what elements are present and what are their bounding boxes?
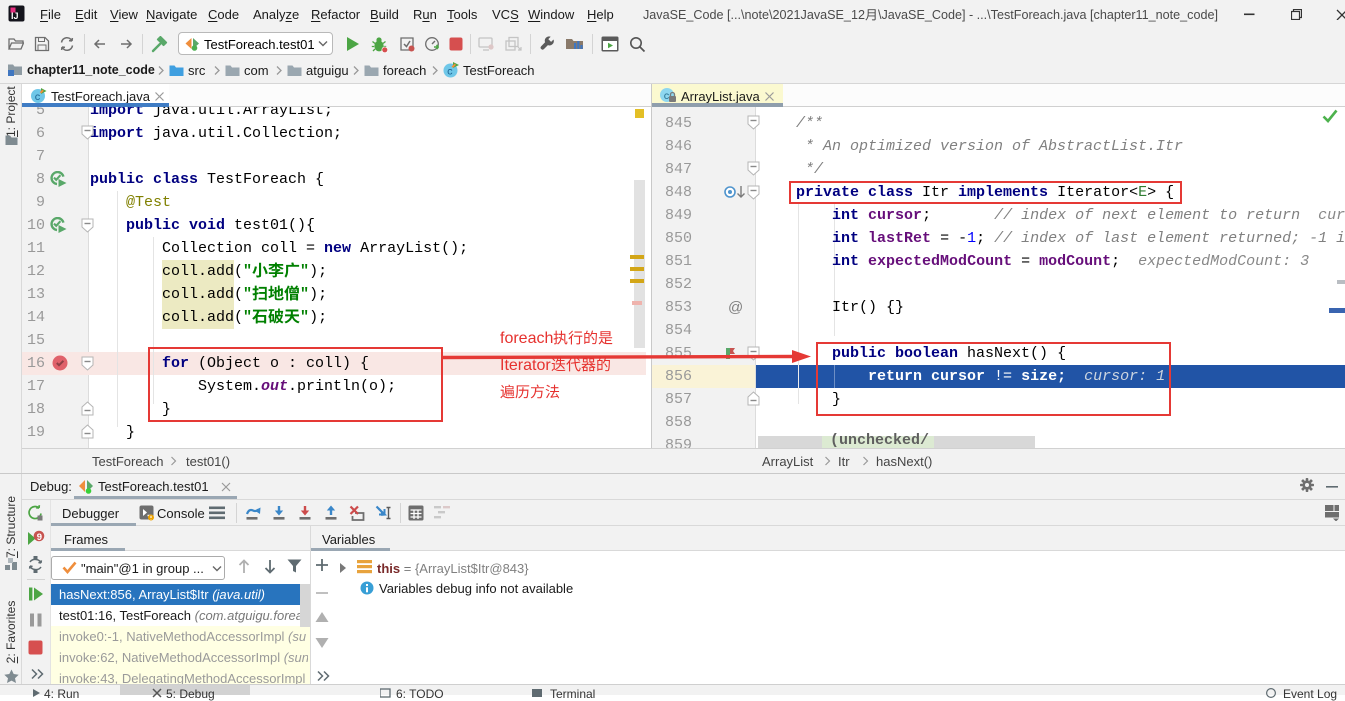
svg-text:c: c [664,92,670,103]
svg-text:9: 9 [37,532,42,543]
svg-text:IJ: IJ [11,11,19,21]
svg-text:c: c [447,68,453,79]
